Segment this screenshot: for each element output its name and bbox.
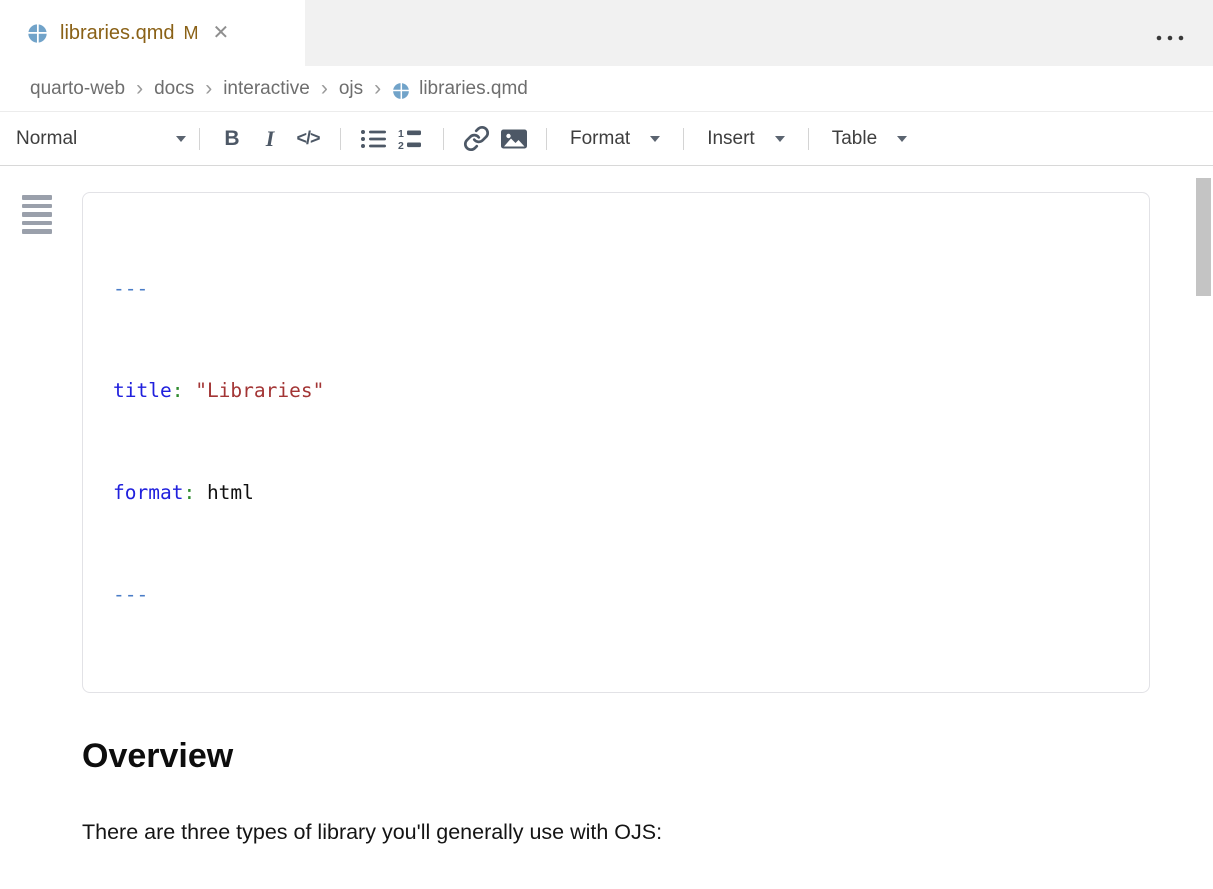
tab-bar: libraries.qmd M ✕ — [0, 0, 1213, 66]
yaml-line: format: html — [113, 476, 1119, 510]
bulleted-list-button[interactable] — [354, 121, 392, 157]
paragraph-style-select[interactable]: Normal — [16, 128, 186, 150]
breadcrumb-separator: › — [321, 77, 328, 101]
yaml-line: --- — [113, 272, 1119, 306]
intro-paragraph: There are three types of library you'll … — [82, 820, 1213, 845]
numbered-list-button[interactable]: 1 2 — [392, 121, 430, 157]
toolbar-divider — [340, 128, 341, 150]
breadcrumb-item-filename[interactable]: libraries.qmd — [419, 78, 528, 100]
yaml-token-meta: --- — [113, 583, 148, 606]
yaml-line: title: "Libraries" — [113, 374, 1119, 408]
toolbar-divider — [808, 128, 809, 150]
format-menu[interactable]: Format — [560, 128, 670, 150]
more-actions-icon[interactable] — [1155, 29, 1187, 47]
yaml-front-matter-block[interactable]: --- title: "Libraries" format: html --- — [82, 192, 1150, 693]
italic-button[interactable]: I — [251, 121, 289, 157]
image-icon — [500, 127, 528, 151]
yaml-token-key: title — [113, 379, 172, 402]
tab-filename: libraries.qmd — [60, 22, 174, 45]
toolbar-divider — [683, 128, 684, 150]
yaml-token-meta: --- — [113, 277, 148, 300]
toolbar-divider — [199, 128, 200, 150]
svg-text:2: 2 — [398, 140, 404, 150]
quarto-icon — [27, 23, 48, 44]
toolbar-divider — [443, 128, 444, 150]
format-menu-label: Format — [570, 128, 630, 150]
chevron-down-icon — [775, 136, 785, 142]
toolbar-divider — [546, 128, 547, 150]
yaml-token-string: "Libraries" — [195, 379, 324, 402]
list-item: 1. Observable core libraries automatical… — [82, 885, 1213, 889]
bold-button[interactable]: B — [213, 121, 251, 157]
yaml-token-punc: : — [172, 379, 184, 402]
breadcrumb-separator: › — [374, 77, 381, 101]
visual-editor-canvas[interactable]: --- title: "Libraries" format: html --- … — [0, 166, 1213, 888]
tab-libraries-qmd[interactable]: libraries.qmd M ✕ — [0, 0, 305, 66]
chevron-down-icon — [176, 136, 186, 142]
yaml-token-plain — [183, 379, 195, 402]
yaml-token-key: format — [113, 481, 183, 504]
svg-text:1: 1 — [398, 128, 404, 140]
vertical-scrollbar-thumb[interactable] — [1196, 178, 1211, 296]
close-icon[interactable]: ✕ — [212, 23, 229, 43]
insert-menu[interactable]: Insert — [697, 128, 795, 150]
bulleted-list-icon — [360, 128, 387, 150]
breadcrumb-separator: › — [205, 77, 212, 101]
breadcrumb-item-ojs[interactable]: ojs — [339, 78, 363, 100]
yaml-token-plain: html — [195, 481, 254, 504]
image-button[interactable] — [495, 121, 533, 157]
link-button[interactable] — [457, 121, 495, 157]
quarto-icon — [392, 82, 410, 100]
section-heading: Overview — [82, 737, 1213, 776]
numbered-list-icon: 1 2 — [398, 128, 424, 150]
paragraph-style-value: Normal — [16, 128, 77, 150]
breadcrumb-separator: › — [136, 77, 143, 101]
chevron-down-icon — [650, 136, 660, 142]
link-icon — [463, 125, 490, 152]
yaml-token-punc: : — [183, 481, 195, 504]
breadcrumb-item-quarto-web[interactable]: quarto-web — [30, 78, 125, 100]
numbered-list: 1. Observable core libraries automatical… — [82, 885, 1213, 889]
code-button[interactable]: </> — [289, 121, 327, 157]
breadcrumb-item-interactive[interactable]: interactive — [223, 78, 310, 100]
list-item-number: 1. — [100, 885, 131, 889]
tab-modified-badge: M — [183, 23, 198, 44]
breadcrumb: quarto-web › docs › interactive › ojs › … — [0, 66, 1213, 112]
table-menu[interactable]: Table — [822, 128, 917, 150]
block-drag-handle-icon[interactable] — [22, 195, 52, 238]
breadcrumb-item-docs[interactable]: docs — [154, 78, 194, 100]
yaml-line: --- — [113, 578, 1119, 612]
table-menu-label: Table — [832, 128, 877, 150]
chevron-down-icon — [897, 136, 907, 142]
insert-menu-label: Insert — [707, 128, 755, 150]
list-item-text: Observable core libraries automatically … — [131, 885, 780, 889]
formatting-toolbar: Normal B I </> 1 2 — [0, 112, 1213, 166]
